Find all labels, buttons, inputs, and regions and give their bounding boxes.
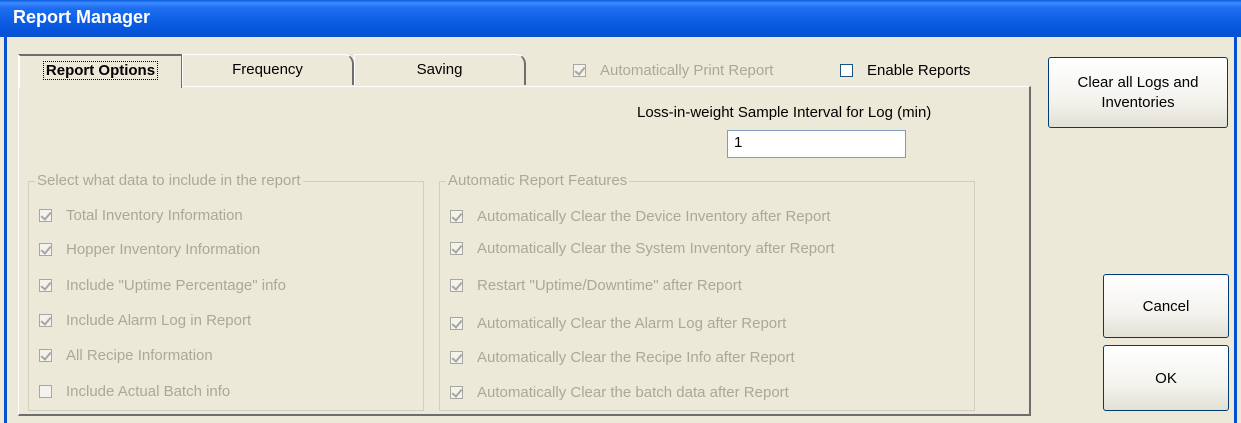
cancel-button[interactable]: Cancel [1103,274,1229,338]
checkbox-box [39,279,52,292]
checkbox-box [573,64,586,77]
checkbox-label: Automatically Clear the Device Inventory… [477,208,831,225]
checkmark-icon [40,243,52,255]
checkbox-box [840,64,853,77]
checkmark-icon [451,210,463,222]
uptime-percentage-checkbox[interactable]: Include "Uptime Percentage" info [39,277,286,294]
sample-interval-label: Loss-in-weight Sample Interval for Log (… [637,104,932,121]
checkbox-box [450,386,463,399]
checkbox-label: Hopper Inventory Information [66,241,261,258]
ok-button[interactable]: OK [1103,345,1229,411]
checkbox-box [450,279,463,292]
checkmark-icon [451,351,463,363]
clear-device-inventory-checkbox[interactable]: Automatically Clear the Device Inventory… [450,208,831,225]
checkbox-box [39,209,52,222]
button-label: Cancel [1142,297,1190,315]
total-inventory-checkbox[interactable]: Total Inventory Information [39,207,243,224]
checkmark-icon [40,349,52,361]
checkmark-icon [451,279,463,291]
enable-reports-checkbox[interactable]: Enable Reports [840,62,970,79]
group-title: Select what data to include in the repor… [35,172,303,189]
checkbox-box [450,351,463,364]
alarm-log-checkbox[interactable]: Include Alarm Log in Report [39,312,251,329]
checkbox-box [39,314,52,327]
recipe-information-checkbox[interactable]: All Recipe Information [39,347,213,364]
checkbox-box [450,317,463,330]
checkbox-label: Enable Reports [867,62,971,79]
button-label: OK [1155,369,1177,387]
checkbox-label: All Recipe Information [66,347,213,364]
clear-all-logs-button[interactable]: Clear all Logs and Inventories [1048,57,1228,128]
clear-batch-data-checkbox[interactable]: Automatically Clear the batch data after… [450,384,789,401]
title-bar[interactable]: Report Manager [0,0,1241,37]
clear-recipe-info-checkbox[interactable]: Automatically Clear the Recipe Info afte… [450,349,795,366]
checkmark-icon [451,386,463,398]
checkmark-icon [40,209,52,221]
checkbox-box [39,385,52,398]
tab-report-options[interactable]: Report Options [18,54,182,88]
checkbox-label: Automatically Print Report [600,62,774,79]
checkmark-icon [451,317,463,329]
tab-saving[interactable]: Saving [354,54,526,85]
checkbox-box [450,210,463,223]
tab-label: Saving [416,61,463,78]
window-title: Report Manager [13,7,151,27]
checkbox-label: Include Alarm Log in Report [66,312,252,329]
sample-interval-input[interactable]: 1 [727,130,906,158]
checkbox-label: Include Actual Batch info [66,383,231,400]
checkmark-icon [40,279,52,291]
checkmark-icon [40,314,52,326]
checkbox-label: Automatically Clear the System Inventory… [477,240,835,257]
clear-alarm-log-checkbox[interactable]: Automatically Clear the Alarm Log after … [450,315,786,332]
checkbox-box [39,349,52,362]
checkbox-box [39,243,52,256]
checkbox-label: Automatically Clear the batch data after… [477,384,789,401]
checkbox-label: Automatically Clear the Recipe Info afte… [477,349,795,366]
tab-frequency[interactable]: Frequency [182,54,354,85]
button-label-line1: Clear all Logs and [1077,73,1199,91]
auto-print-checkbox[interactable]: Automatically Print Report [573,62,773,79]
actual-batch-checkbox[interactable]: Include Actual Batch info [39,383,230,400]
checkbox-label: Include "Uptime Percentage" info [66,277,286,294]
tab-label: Report Options [42,61,159,80]
group-title: Automatic Report Features [446,172,630,189]
button-label-line2: Inventories [1101,93,1175,111]
hopper-inventory-checkbox[interactable]: Hopper Inventory Information [39,241,260,258]
checkbox-box [450,242,463,255]
restart-uptime-checkbox[interactable]: Restart "Uptime/Downtime" after Report [450,277,742,294]
checkmark-icon [574,64,586,76]
checkbox-label: Automatically Clear the Alarm Log after … [477,315,787,332]
checkbox-label: Restart "Uptime/Downtime" after Report [477,277,742,294]
clear-system-inventory-checkbox[interactable]: Automatically Clear the System Inventory… [450,240,835,257]
checkmark-icon [451,242,463,254]
checkbox-label: Total Inventory Information [66,207,243,224]
tab-label: Frequency [232,61,303,78]
